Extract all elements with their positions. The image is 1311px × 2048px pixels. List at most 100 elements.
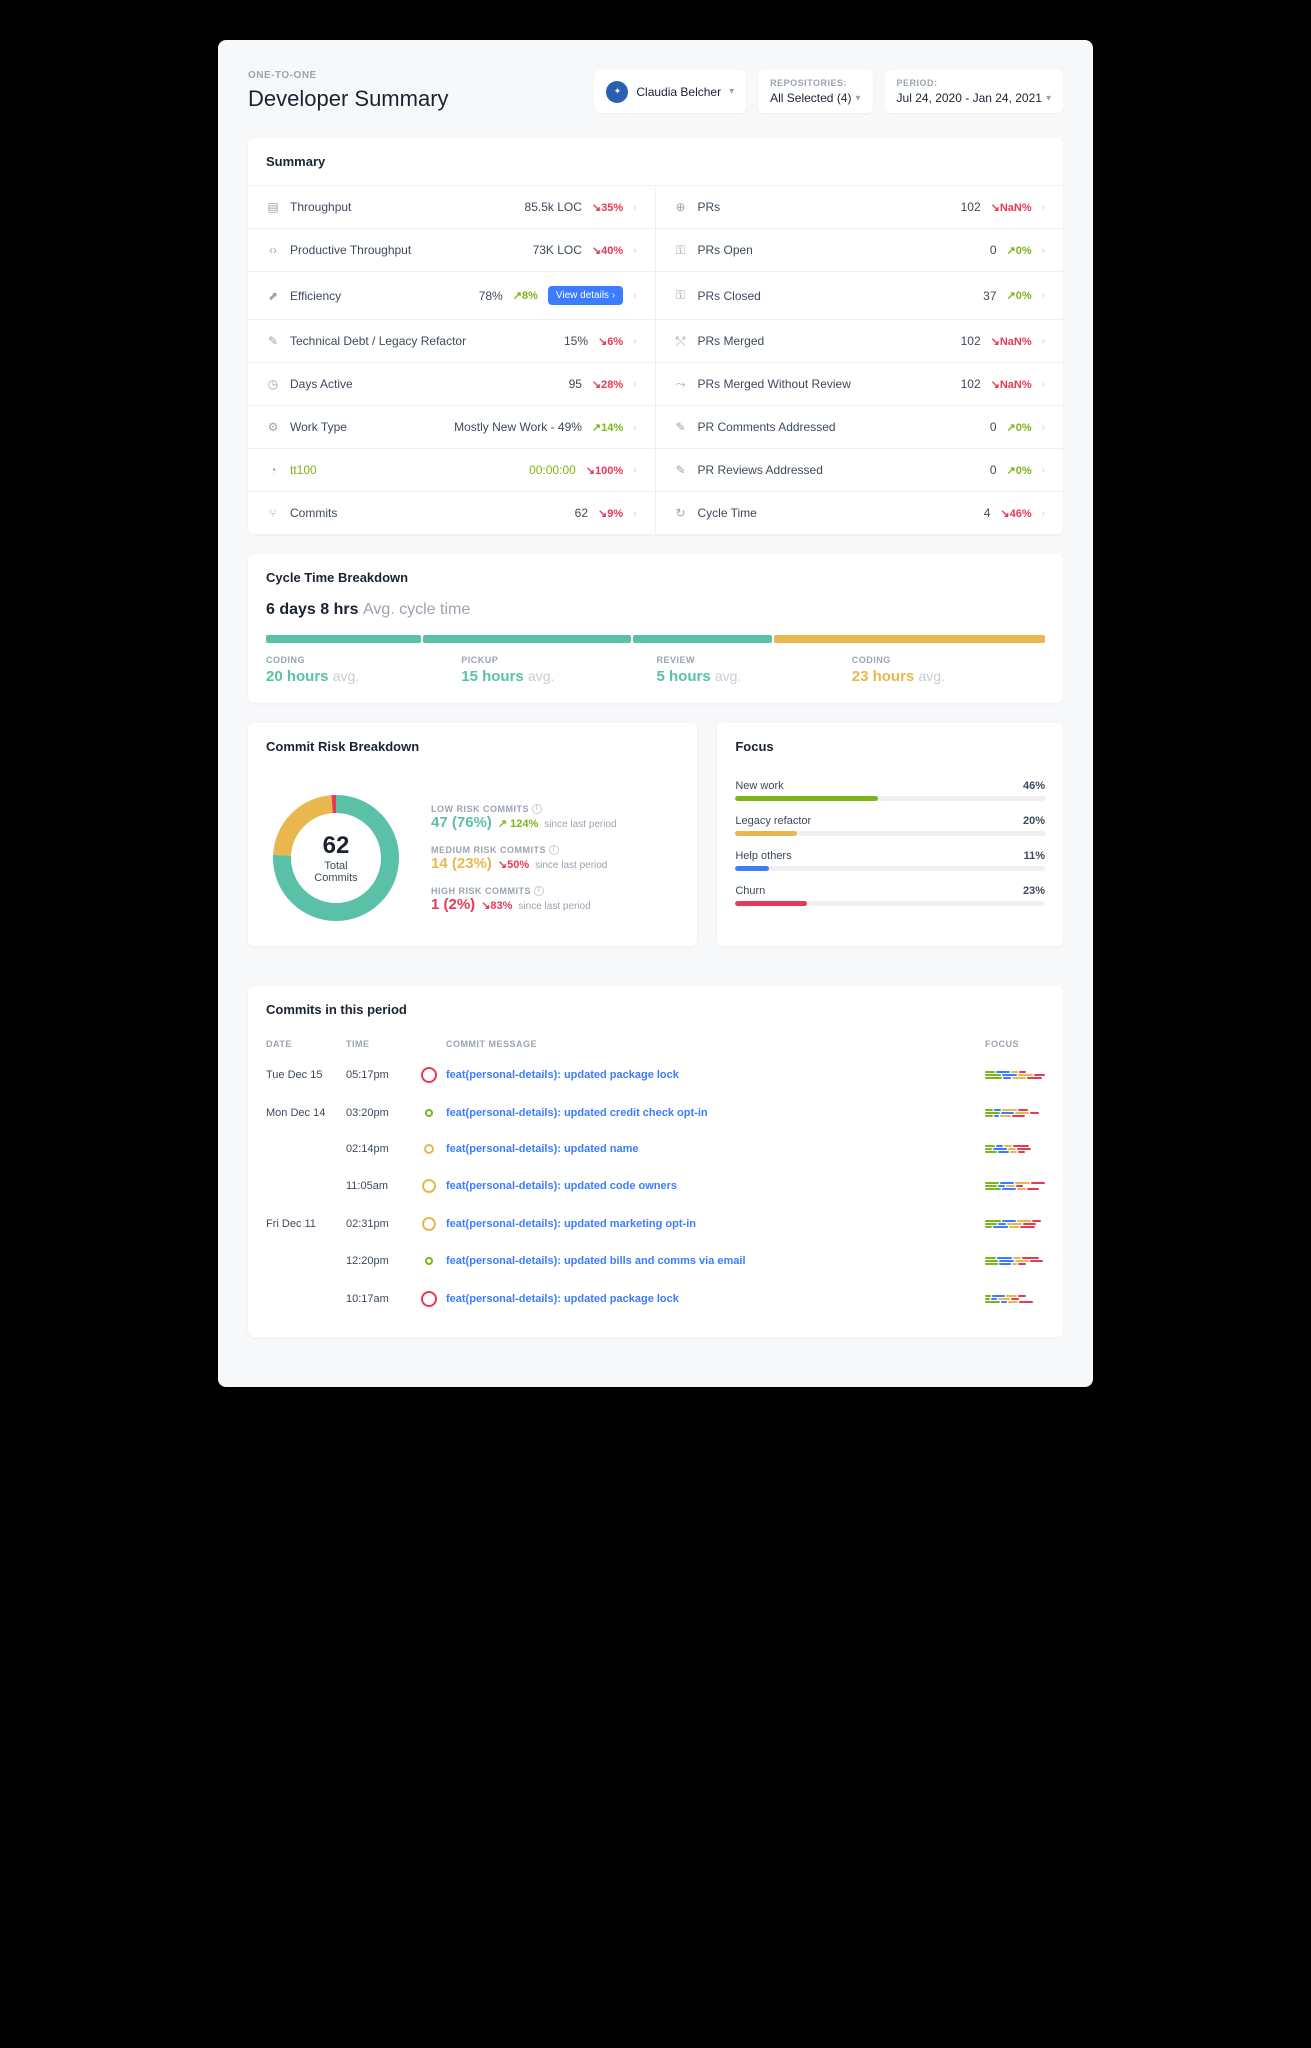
risk-dot-icon [425, 1257, 433, 1265]
summary-row[interactable]: ✎ PR Comments Addressed 0 ↗0% › [656, 405, 1064, 448]
chevron-right-icon: › [1042, 465, 1045, 476]
cycle-segment [266, 635, 421, 643]
summary-row[interactable]: ‹› Productive Throughput 73K LOC ↘40% › [248, 228, 656, 271]
cycle-title: Cycle Time Breakdown [248, 554, 1063, 601]
summary-row[interactable]: ◔ tt100 00:00:00 ↘100% › [248, 448, 656, 491]
user-selector[interactable]: ✦ Claudia Belcher ▾ [594, 70, 746, 113]
summary-row[interactable]: ⤳ PRs Merged Without Review 102 ↘NaN% › [656, 362, 1064, 405]
period-selector[interactable]: PERIOD: Jul 24, 2020 - Jan 24, 2021 ▾ [885, 70, 1063, 113]
commit-row[interactable]: 11:05am feat(personal-details): updated … [266, 1167, 1045, 1205]
focus-row: Legacy refactor20% [735, 815, 1045, 836]
view-details-button[interactable]: View details › [548, 286, 623, 305]
commit-row[interactable]: Fri Dec 11 02:31pm feat(personal-details… [266, 1205, 1045, 1243]
cycle-column: CODING 23 hours avg. [852, 655, 1045, 685]
risk-dot-icon [422, 1217, 436, 1231]
risk-dot-icon [421, 1067, 437, 1083]
commit-message-link[interactable]: feat(personal-details): updated package … [446, 1293, 985, 1305]
focus-row: Help others11% [735, 850, 1045, 871]
chart-icon: ⬈ [266, 289, 280, 303]
chevron-right-icon: › [1042, 290, 1045, 301]
chevron-right-icon: › [1042, 422, 1045, 433]
focus-row: New work46% [735, 780, 1045, 801]
gear-icon: ⚙ [266, 420, 280, 434]
summary-row[interactable]: ↻ Cycle Time 4 ↘46% › [656, 491, 1064, 534]
cycle-column: REVIEW 5 hours avg. [657, 655, 850, 685]
page-title: Developer Summary [248, 86, 449, 112]
info-icon[interactable]: i [549, 845, 559, 855]
summary-row[interactable]: ⚿ PRs Closed 37 ↗0% › [656, 271, 1064, 319]
chevron-right-icon: › [1042, 336, 1045, 347]
commit-message-link[interactable]: feat(personal-details): updated bills an… [446, 1255, 985, 1267]
summary-row[interactable]: ⊕ PRs 102 ↘NaN% › [656, 185, 1064, 228]
focus-row: Churn23% [735, 885, 1045, 906]
eyebrow: ONE-TO-ONE [248, 70, 449, 81]
commits-title: Commits in this period [248, 986, 1063, 1033]
focus-title: Focus [717, 723, 1063, 770]
lock-icon: ⚿ [674, 289, 688, 303]
risk-dot-icon [421, 1291, 437, 1307]
summary-row[interactable]: ✎ PR Reviews Addressed 0 ↗0% › [656, 448, 1064, 491]
chevron-right-icon: › [1042, 508, 1045, 519]
risk-donut-chart: 62 Total Commits [266, 788, 406, 928]
risk-row: MEDIUM RISK COMMITS i 14 (23%) ↘50% sinc… [431, 845, 679, 872]
chevron-right-icon: › [633, 465, 636, 476]
clock-icon: ◷ [266, 377, 280, 391]
cycle-icon: ↻ [674, 506, 688, 520]
commit-message-link[interactable]: feat(personal-details): updated credit c… [446, 1107, 985, 1119]
summary-row[interactable]: ⤲ PRs Merged 102 ↘NaN% › [656, 319, 1064, 362]
commit-row[interactable]: 02:14pm feat(personal-details): updated … [266, 1131, 1045, 1167]
risk-row: HIGH RISK COMMITS i 1 (2%) ↘83% since la… [431, 886, 679, 913]
summary-row[interactable]: ⬈ Efficiency 78% ↗8% View details › › [248, 271, 656, 319]
commit-message-link[interactable]: feat(personal-details): updated marketin… [446, 1218, 985, 1230]
cycle-headline: 6 days 8 hrs [266, 601, 359, 618]
chevron-right-icon: › [1042, 245, 1045, 256]
summary-row[interactable]: ⚿ PRs Open 0 ↗0% › [656, 228, 1064, 271]
globe-icon: ⊕ [674, 200, 688, 214]
code-icon: ‹› [266, 243, 280, 257]
chevron-down-icon: ▾ [855, 93, 860, 104]
focus-bar [735, 831, 1045, 836]
app-container: ONE-TO-ONE Developer Summary ✦ Claudia B… [218, 40, 1093, 1387]
risk-row: LOW RISK COMMITS i 47 (76%) ↗ 124% since… [431, 804, 679, 831]
review-icon: ✎ [674, 463, 688, 477]
repo-selector[interactable]: REPOSITORIES: All Selected (4) ▾ [758, 70, 872, 113]
summary-row[interactable]: ◷ Days Active 95 ↘28% › [248, 362, 656, 405]
cycle-card: Cycle Time Breakdown 6 days 8 hrs Avg. c… [248, 554, 1063, 703]
unlock-icon: ⚿ [674, 243, 688, 257]
chevron-right-icon: › [633, 290, 636, 301]
cycle-column: PICKUP 15 hours avg. [461, 655, 654, 685]
commit-row[interactable]: 12:20pm feat(personal-details): updated … [266, 1243, 1045, 1279]
chevron-right-icon: › [633, 379, 636, 390]
cycle-progress-bar [248, 635, 1063, 643]
focus-bar [735, 796, 1045, 801]
info-icon[interactable]: i [534, 886, 544, 896]
commit-row[interactable]: Mon Dec 14 03:20pm feat(personal-details… [266, 1095, 1045, 1131]
chevron-right-icon: › [633, 245, 636, 256]
timer-icon: ◔ [266, 463, 280, 477]
focus-sparkline [985, 1071, 1045, 1079]
commit-message-link[interactable]: feat(personal-details): updated name [446, 1143, 985, 1155]
avatar-icon: ✦ [606, 81, 628, 103]
doc-icon: ▤ [266, 200, 280, 214]
focus-sparkline [985, 1295, 1045, 1303]
risk-title: Commit Risk Breakdown [248, 723, 697, 770]
info-icon[interactable]: i [532, 804, 542, 814]
cycle-segment [633, 635, 772, 643]
merge-icon: ⤲ [674, 334, 688, 348]
commit-row[interactable]: Tue Dec 15 05:17pm feat(personal-details… [266, 1055, 1045, 1095]
chevron-down-icon: ▾ [1046, 93, 1051, 104]
chevron-right-icon: › [633, 508, 636, 519]
focus-bar [735, 866, 1045, 871]
branch-icon: ⑂ [266, 506, 280, 520]
focus-sparkline [985, 1182, 1045, 1190]
commit-message-link[interactable]: feat(personal-details): updated package … [446, 1069, 985, 1081]
summary-row[interactable]: ✎ Technical Debt / Legacy Refactor 15% ↘… [248, 319, 656, 362]
summary-row[interactable]: ▤ Throughput 85.5k LOC ↘35% › [248, 185, 656, 228]
summary-row[interactable]: ⑂ Commits 62 ↘9% › [248, 491, 656, 534]
summary-row[interactable]: ⚙ Work Type Mostly New Work - 49% ↗14% › [248, 405, 656, 448]
commit-message-link[interactable]: feat(personal-details): updated code own… [446, 1180, 985, 1192]
commit-row[interactable]: 10:17am feat(personal-details): updated … [266, 1279, 1045, 1319]
risk-dot-icon [424, 1144, 434, 1154]
cycle-segment [774, 635, 1045, 643]
chevron-right-icon: › [1042, 379, 1045, 390]
